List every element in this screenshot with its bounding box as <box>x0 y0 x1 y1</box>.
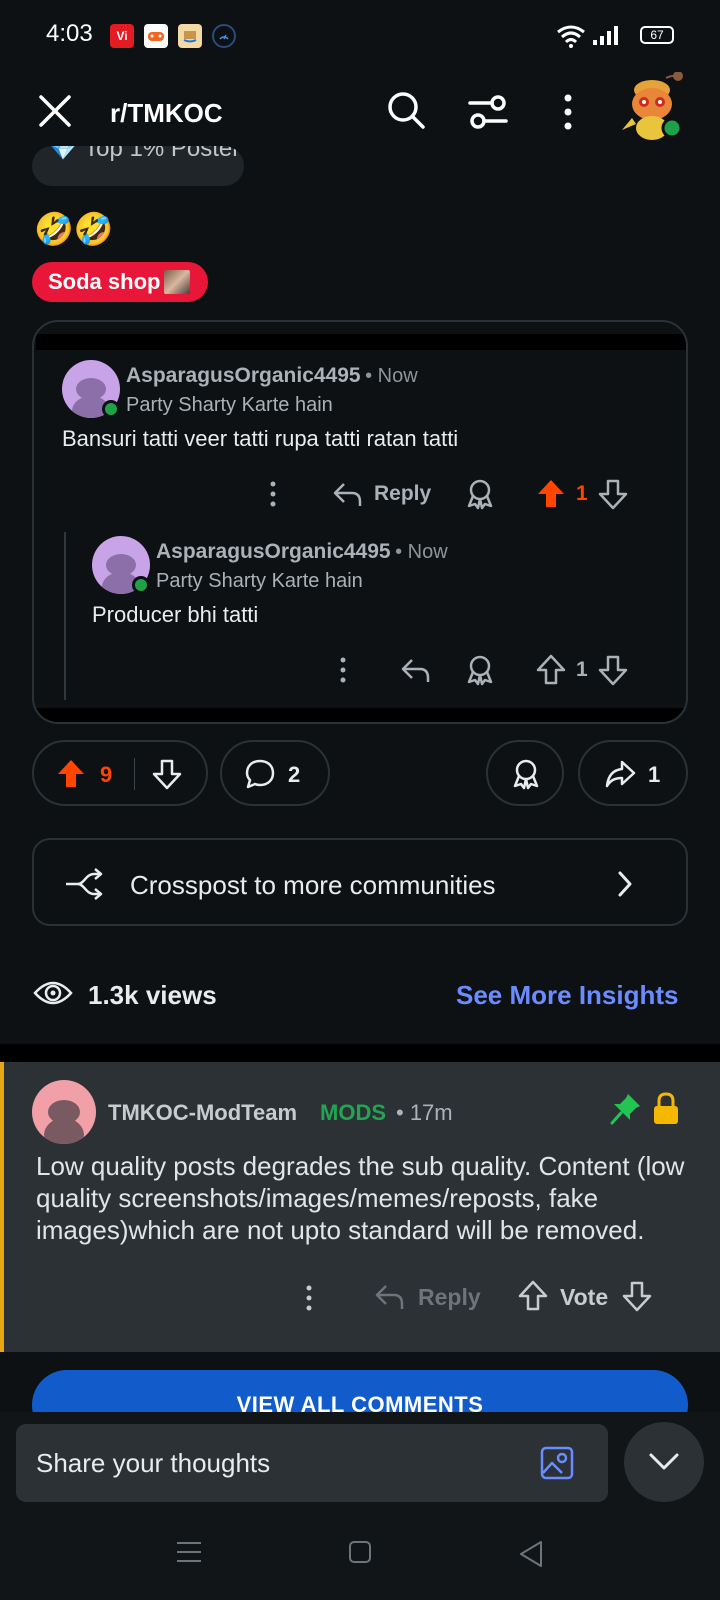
user-avatar-button[interactable] <box>616 72 686 142</box>
reply-time: • Now <box>395 541 448 563</box>
post-flair[interactable]: Soda shop <box>32 262 209 302</box>
mod-comment: TMKOC-ModTeam MODS • 17m Low quality pos… <box>0 1062 720 1352</box>
vote-label: Vote <box>560 1284 609 1310</box>
status-time: 4:03 <box>46 20 93 47</box>
downvote-icon[interactable] <box>622 1280 652 1312</box>
reply-icon <box>401 659 430 682</box>
vote-pill: 9 <box>32 740 208 806</box>
speedometer-icon <box>212 24 236 48</box>
mods-tag: MODS <box>320 1100 386 1125</box>
comment-count: 2 <box>288 762 301 787</box>
post-vote-count: 9 <box>100 762 113 787</box>
comments-button[interactable]: 2 <box>220 740 330 806</box>
image-bottom-border <box>36 708 686 722</box>
achievement-badge: 💎 Top 1% Poster <box>32 146 244 186</box>
online-indicator <box>102 400 120 418</box>
award-icon <box>513 759 539 790</box>
battery-indicator: 67 <box>640 26 674 44</box>
chevron-down-icon <box>649 1453 679 1470</box>
badge-label: 💎 Top 1% Poster <box>48 146 241 162</box>
filter-icon[interactable] <box>468 94 508 130</box>
flair-label: Soda shop <box>48 269 161 294</box>
views-icon <box>33 981 73 1005</box>
status-bar: 4:03 Vi 67 <box>0 0 720 72</box>
pin-icon <box>610 1094 640 1125</box>
view-count: 1.3k views <box>88 980 217 1010</box>
share-button[interactable]: 1 <box>578 740 688 806</box>
crosspost-button[interactable]: Crosspost to more communities <box>32 838 688 926</box>
online-indicator <box>132 576 150 594</box>
game-icon <box>144 24 168 48</box>
reply-user-flair: Party Sharty Karte hain <box>156 570 363 592</box>
mod-avatar <box>32 1080 96 1144</box>
embedded-comment-image[interactable]: AsparagusOrganic4495 • Now Party Sharty … <box>32 320 688 724</box>
subreddit-title[interactable]: r/TMKOC <box>110 98 223 129</box>
vote-count: 1 <box>576 658 588 681</box>
mod-time: • 17m <box>396 1100 453 1125</box>
comment-username: AsparagusOrganic4495 <box>126 364 361 387</box>
close-icon[interactable] <box>38 94 72 128</box>
reply-header: AsparagusOrganic4495 • Now <box>156 540 448 564</box>
comment-user-flair: Party Sharty Karte hain <box>126 394 333 416</box>
see-more-insights-link[interactable]: See More Insights <box>456 980 679 1011</box>
upvote-icon[interactable] <box>518 1280 548 1312</box>
reply-username: AsparagusOrganic4495 <box>156 540 391 563</box>
mod-comment-text: Low quality posts degrades the sub quali… <box>36 1151 685 1245</box>
vote-count: 1 <box>576 482 588 505</box>
share-icon <box>605 760 636 788</box>
flair-image <box>164 270 191 294</box>
image-top-border <box>36 334 686 350</box>
thread-line <box>64 532 66 700</box>
mod-more-icon[interactable] <box>304 1284 314 1312</box>
wifi-icon <box>557 25 585 48</box>
award-button[interactable] <box>486 740 564 806</box>
signal-icon <box>593 26 618 45</box>
snoo-avatar <box>622 72 683 140</box>
comment-header: AsparagusOrganic4495 • Now <box>126 364 418 388</box>
share-count: 1 <box>648 762 661 787</box>
upvote-filled-icon <box>538 480 564 507</box>
mod-username[interactable]: TMKOC-ModTeam <box>108 1100 297 1126</box>
comment-more-icon <box>270 481 276 507</box>
downvote-button[interactable] <box>152 758 182 790</box>
amazon-icon <box>178 24 202 48</box>
comment-composer[interactable] <box>16 1424 608 1502</box>
crosspost-label: Crosspost to more communities <box>130 870 496 900</box>
lock-icon <box>654 1092 678 1124</box>
share-thoughts-input[interactable] <box>36 1446 516 1480</box>
reply-label: Reply <box>374 482 432 505</box>
chevron-right-icon <box>618 871 632 897</box>
back-nav-icon[interactable] <box>518 1540 544 1568</box>
upvote-button[interactable] <box>56 758 86 790</box>
reply-more-icon <box>340 657 346 683</box>
home-nav-icon[interactable] <box>348 1540 372 1564</box>
mod-reply-button[interactable]: Reply <box>418 1284 481 1311</box>
section-divider <box>0 1044 720 1062</box>
post-emoji: 🤣🤣 <box>34 211 114 247</box>
vote-divider <box>134 758 135 790</box>
comment-time: • Now <box>365 365 418 387</box>
upvote-icon <box>536 654 566 685</box>
reply-text: Producer bhi tatti <box>92 602 259 627</box>
comment-text: Bansuri tatti veer tatti rupa tatti rata… <box>62 426 459 451</box>
reply-icon <box>375 1285 404 1309</box>
comment-icon <box>245 759 275 789</box>
downvote-icon <box>598 479 628 510</box>
downvote-icon <box>598 655 628 686</box>
award-icon <box>467 479 493 510</box>
more-vertical-icon[interactable] <box>560 92 576 132</box>
vi-icon: Vi <box>110 24 134 48</box>
search-icon[interactable] <box>386 90 426 130</box>
reply-icon <box>333 483 362 506</box>
menu-nav-icon[interactable] <box>176 1540 202 1564</box>
collapse-button[interactable] <box>624 1422 704 1502</box>
crosspost-icon <box>66 868 103 900</box>
award-icon <box>467 655 493 686</box>
image-attach-icon[interactable] <box>540 1446 574 1480</box>
